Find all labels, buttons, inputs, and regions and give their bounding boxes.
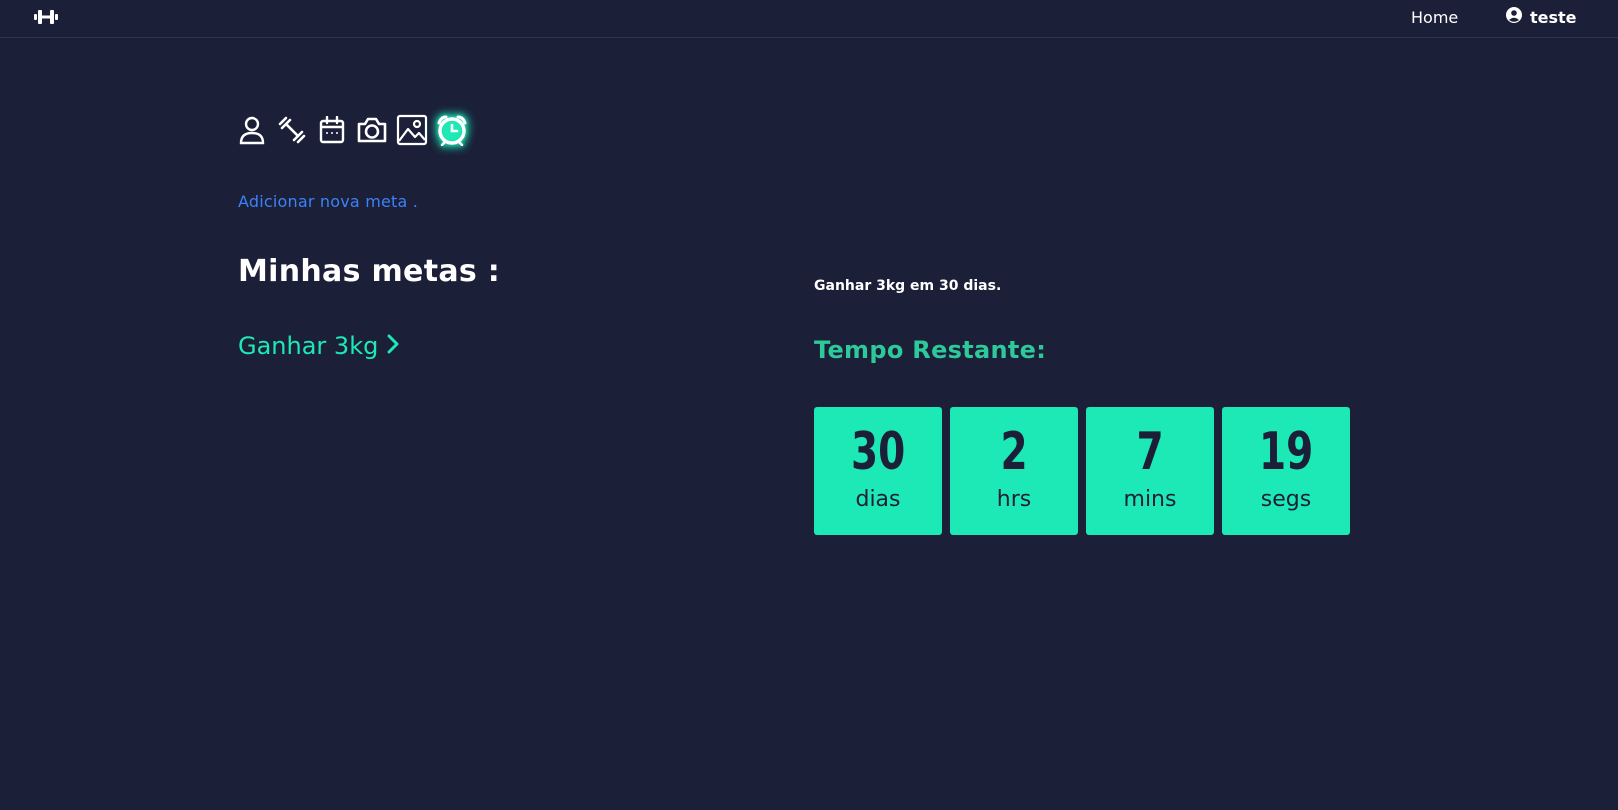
- top-navbar: Home teste: [0, 0, 1618, 38]
- countdown-minutes: 7 mins: [1086, 407, 1214, 535]
- countdown-hours: 2 hrs: [950, 407, 1078, 535]
- user-circle-icon: [1506, 7, 1522, 27]
- countdown-seconds-unit: segs: [1260, 487, 1312, 512]
- countdown-days: 30 dias: [814, 407, 942, 535]
- time-remaining-title: Tempo Restante:: [814, 336, 1047, 364]
- countdown-hours-unit: hrs: [996, 487, 1032, 512]
- chevron-right-icon: [386, 332, 400, 360]
- section-icon-bar: [236, 114, 468, 146]
- nav-user-menu[interactable]: teste: [1506, 7, 1577, 27]
- countdown-hours-value: 2: [1000, 422, 1028, 482]
- user-name: teste: [1530, 7, 1577, 27]
- user-icon[interactable]: [236, 114, 268, 146]
- dumbbell-logo-icon[interactable]: [33, 6, 59, 28]
- countdown-seconds: 19 segs: [1222, 407, 1350, 535]
- goal-item[interactable]: Ganhar 3kg: [238, 332, 400, 360]
- countdown-minutes-unit: mins: [1123, 487, 1177, 512]
- goal-item-label: Ganhar 3kg: [238, 332, 379, 360]
- countdown-days-unit: dias: [855, 487, 901, 512]
- nav-home-link[interactable]: Home: [1411, 8, 1458, 27]
- goal-description: Ganhar 3kg em 30 dias.: [814, 278, 1002, 294]
- countdown-timer: 30 dias 2 hrs 7 mins 19 segs: [814, 407, 1350, 535]
- calendar-icon[interactable]: [316, 114, 348, 146]
- add-goal-link[interactable]: Adicionar nova meta .: [238, 192, 418, 211]
- dumbbell-icon[interactable]: [276, 114, 308, 146]
- camera-icon[interactable]: [356, 114, 388, 146]
- countdown-days-value: 30: [850, 422, 906, 482]
- image-icon[interactable]: [396, 114, 428, 146]
- countdown-minutes-value: 7: [1136, 422, 1164, 482]
- countdown-seconds-value: 19: [1258, 422, 1314, 482]
- goals-title: Minhas metas :: [238, 254, 501, 289]
- alarm-clock-icon[interactable]: [436, 114, 468, 146]
